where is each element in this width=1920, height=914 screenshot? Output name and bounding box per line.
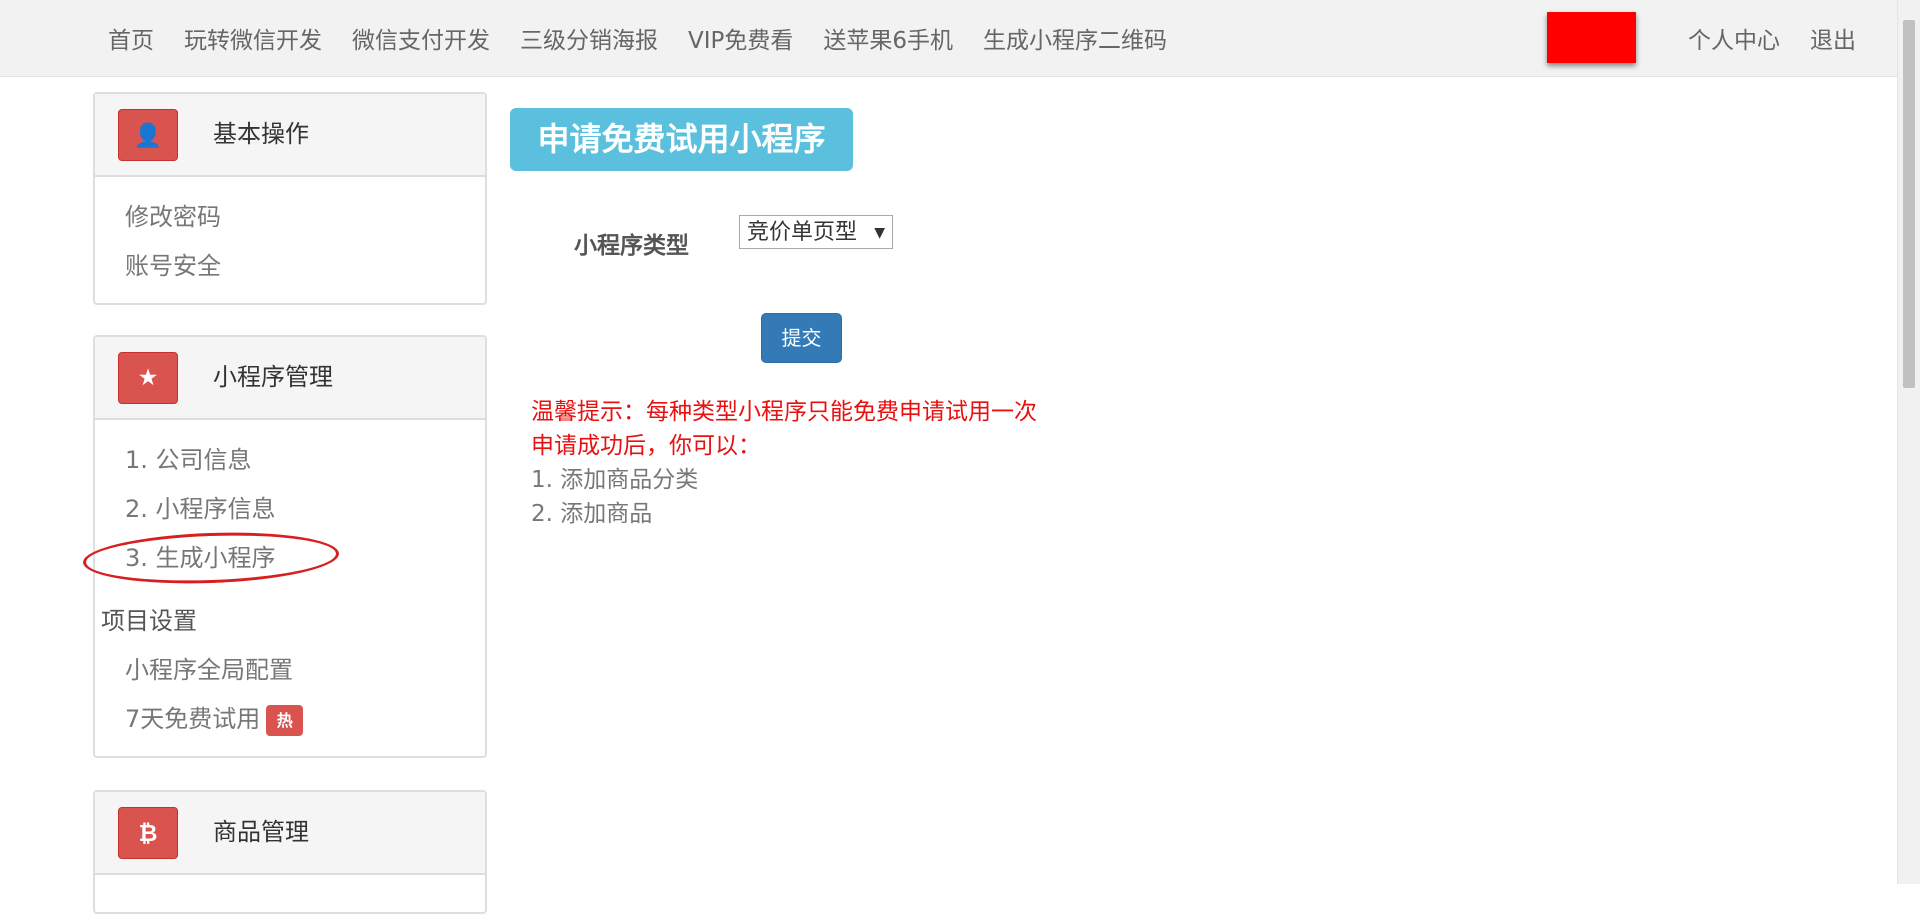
sidebar-panel-goods: ₿ 商品管理 <box>93 790 487 914</box>
panel-title: 商品管理 <box>213 818 309 846</box>
panel-header: ₿ 商品管理 <box>95 792 485 875</box>
nav-item-logout[interactable]: 退出 <box>1810 21 1856 55</box>
scrollbar-thumb[interactable] <box>1903 20 1915 388</box>
dropdown-arrow-icon: ▼ <box>874 225 885 241</box>
submit-button[interactable]: 提交 <box>761 313 842 363</box>
nav-item-vip[interactable]: VIP免费看 <box>688 21 793 55</box>
panel-title: 基本操作 <box>213 120 309 148</box>
hot-badge: 热 <box>266 704 304 736</box>
nav-item-wechat-dev[interactable]: 玩转微信开发 <box>184 21 322 55</box>
nav-item-personal-center[interactable]: 个人中心 <box>1688 21 1780 55</box>
tip-after-success: 申请成功后，你可以： <box>531 433 761 459</box>
bitcoin-icon: ₿ <box>118 807 178 859</box>
sidebar-item-miniprogram-info[interactable]: 2. 小程序信息 <box>95 485 485 534</box>
top-navbar: 首页 玩转微信开发 微信支付开发 三级分销海报 VIP免费看 送苹果6手机 生成… <box>0 0 1898 77</box>
sidebar-item-change-password[interactable]: 修改密码 <box>95 193 485 242</box>
redacted-username <box>1547 12 1636 63</box>
tip-warning: 温馨提示：每种类型小程序只能免费申请试用一次 <box>531 399 1037 425</box>
sidebar-item-global-config[interactable]: 小程序全局配置 <box>95 646 485 695</box>
type-select-value: 竞价单页型 <box>747 220 858 245</box>
type-label: 小程序类型 <box>574 233 689 259</box>
tip-step-1: 1. 添加商品分类 <box>531 467 699 493</box>
tips-block: 温馨提示：每种类型小程序只能免费申请试用一次 申请成功后，你可以： 1. 添加商… <box>531 395 1037 531</box>
panel-header: 👤 基本操作 <box>95 94 485 177</box>
sidebar-item-company-info[interactable]: 1. 公司信息 <box>95 436 485 485</box>
nav-right-group: 个人中心 退出 <box>1658 0 1856 76</box>
sidebar-item-label: 7天免费试用 <box>125 705 261 733</box>
nav-item-distribution-poster[interactable]: 三级分销海报 <box>520 21 658 55</box>
section-label-project-settings: 项目设置 <box>101 607 197 635</box>
tip-step-2: 2. 添加商品 <box>531 501 653 527</box>
nav-item-wechat-pay[interactable]: 微信支付开发 <box>352 21 490 55</box>
type-select[interactable]: 竞价单页型 ▼ <box>739 215 893 249</box>
star-icon: ★ <box>118 352 178 404</box>
panel-header: ★ 小程序管理 <box>95 337 485 420</box>
sidebar-item-free-trial[interactable]: 7天免费试用热 <box>95 695 485 744</box>
nav-left-group: 首页 玩转微信开发 微信支付开发 三级分销海报 VIP免费看 送苹果6手机 生成… <box>108 0 1197 76</box>
vertical-scrollbar[interactable] <box>1897 0 1920 884</box>
sidebar-item-account-security[interactable]: 账号安全 <box>95 242 485 291</box>
nav-item-iphone[interactable]: 送苹果6手机 <box>823 21 953 55</box>
sidebar-panel-basic: 👤 基本操作 修改密码 账号安全 <box>93 92 487 305</box>
user-icon: 👤 <box>118 109 178 161</box>
panel-title: 小程序管理 <box>213 363 333 391</box>
nav-item-qrcode[interactable]: 生成小程序二维码 <box>983 21 1167 55</box>
page-title: 申请免费试用小程序 <box>510 108 853 171</box>
nav-item-home[interactable]: 首页 <box>108 21 154 55</box>
